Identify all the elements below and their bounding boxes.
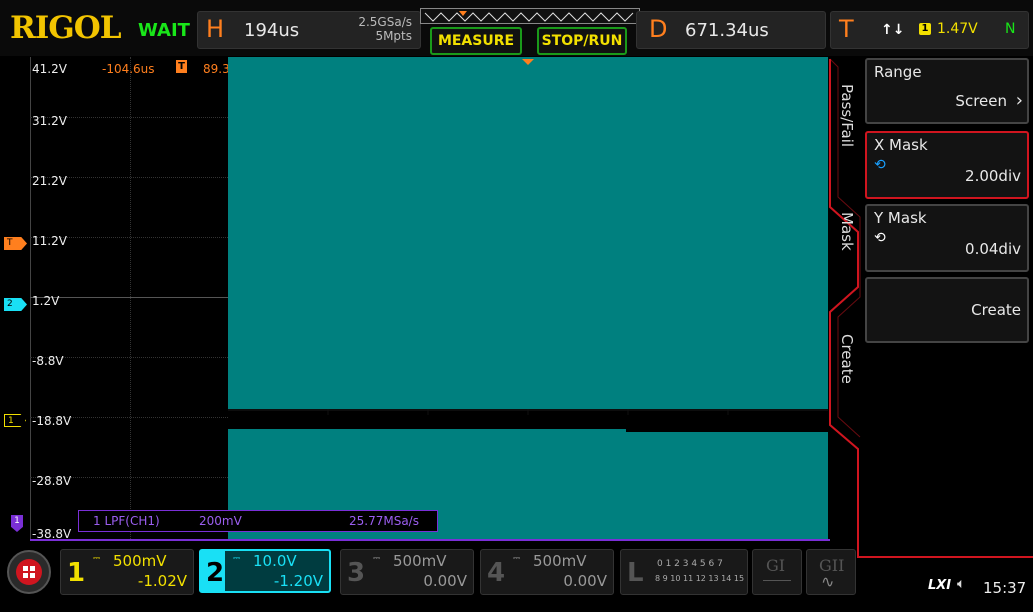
logic-channels-high: 8 9 10 11 12 13 14 15 <box>655 574 745 583</box>
ch2-waveform <box>228 57 828 539</box>
speaker-muted-icon[interactable]: 🔈︎ <box>957 576 965 592</box>
generator-1-button[interactable]: GI <box>752 549 802 595</box>
ch2-scale: 10.0V <box>253 552 297 570</box>
delay-box[interactable]: D 671.34us <box>636 11 826 49</box>
measure-button[interactable]: MEASURE <box>430 27 522 55</box>
logic-channels-low: 0 1 2 3 4 5 6 7 <box>657 559 723 569</box>
create-mask-button[interactable]: Create <box>865 277 1029 343</box>
system-clock: 15:37 <box>983 579 1027 597</box>
range-value: Screen <box>955 92 1007 110</box>
trigger-level: 1.47V <box>937 21 978 37</box>
sample-rate: 2.5GSa/s <box>358 15 412 29</box>
dc-coupling-icon: ⎓ <box>93 554 101 564</box>
trigger-letter: T <box>839 15 854 43</box>
ch2-scale-box[interactable]: 2 ⎓ 10.0V -1.20V <box>199 549 331 593</box>
x-mask-menu-item[interactable]: X Mask ⟲ 2.00div <box>865 131 1029 199</box>
waveform-display[interactable]: 41.2V 31.2V 21.2V 11.2V 1.2V -8.8V -18.8… <box>0 57 830 541</box>
ch3-offset: 0.00V <box>423 572 467 590</box>
memory-position-bar <box>420 8 640 24</box>
ch4-scale-box[interactable]: 4 ⎓ 500mV 0.00V <box>480 549 614 595</box>
ch1-offset: -1.02V <box>137 572 187 590</box>
math-baseline <box>30 539 830 541</box>
horizontal-scale-value: 194us <box>244 20 300 41</box>
filter-info-bar[interactable]: 1 LPF(CH1) 200mV 25.77MSa/s <box>78 510 438 532</box>
x-mask-value: 2.00div <box>965 167 1021 185</box>
y-mask-label: Y Mask <box>874 209 927 227</box>
ch3-scale-box[interactable]: 3 ⎓ 500mV 0.00V <box>340 549 474 595</box>
logic-analyzer-box[interactable]: L 0 1 2 3 4 5 6 7 8 9 10 11 12 13 14 15 <box>620 549 748 595</box>
range-label: Range <box>874 63 922 81</box>
trigger-mode: N <box>1005 21 1016 37</box>
ch1-scale-box[interactable]: 1 ⎓ 500mV -1.02V <box>60 549 194 595</box>
range-menu-item[interactable]: Range Screen › <box>865 58 1029 124</box>
dc-coupling-icon: ⎓ <box>233 554 241 564</box>
tab-mask[interactable]: Mask <box>838 212 856 251</box>
ch3-scale: 500mV <box>393 552 447 570</box>
dc-coupling-icon: ⎓ <box>373 554 381 564</box>
delay-value: 671.34us <box>685 20 769 41</box>
rigol-logo: RIGOL <box>10 10 122 46</box>
y-mask-menu-item[interactable]: Y Mask ⟲ 0.04div <box>865 204 1029 272</box>
x-mask-label: X Mask <box>874 136 928 154</box>
ch4-number: 4 <box>487 558 506 588</box>
ch4-offset: 0.00V <box>563 572 607 590</box>
ch3-number: 3 <box>347 558 366 588</box>
dc-wave-icon <box>763 580 791 581</box>
filter-sample-rate: 25.77MSa/s <box>349 514 419 528</box>
logic-letter: L <box>627 558 644 588</box>
tab-pass-fail[interactable]: Pass/Fail <box>838 84 856 147</box>
memory-waveform-preview <box>424 11 634 22</box>
trigger-source-badge: 1 <box>919 23 931 35</box>
main-menu-button[interactable] <box>7 550 51 594</box>
trigger-box[interactable]: T ↑↓ 1 1.47V N <box>830 11 1029 49</box>
sine-wave-icon: ∿ <box>821 572 835 591</box>
dc-coupling-icon: ⎓ <box>513 554 521 564</box>
lxi-logo: LXI <box>928 578 952 593</box>
y-mask-value: 0.04div <box>965 240 1021 258</box>
horizontal-timebase-box[interactable]: H 194us 2.5GSa/s 5Mpts <box>197 11 421 49</box>
ch2-number: 2 <box>206 558 225 588</box>
create-label: Create <box>971 301 1021 319</box>
horizontal-letter: H <box>206 15 225 43</box>
grid-menu-icon <box>16 559 42 585</box>
ch2-offset: -1.20V <box>273 572 323 590</box>
tab-create[interactable]: Create <box>838 334 856 384</box>
ch4-scale: 500mV <box>533 552 587 570</box>
memory-depth: 5Mpts <box>375 29 412 43</box>
run-status: WAIT <box>138 20 190 41</box>
trigger-slope-icon: ↑↓ <box>881 22 905 38</box>
filter-scale: 200mV <box>199 514 242 528</box>
knob-rotate-icon: ⟲ <box>874 157 886 173</box>
generator-2-button[interactable]: GII ∿ <box>806 549 856 595</box>
knob-rotate-icon: ⟲ <box>874 230 886 246</box>
ch1-scale: 500mV <box>113 552 167 570</box>
chevron-right-icon: › <box>1015 90 1023 111</box>
filter-name: 1 LPF(CH1) <box>93 514 160 528</box>
stop-run-button[interactable]: STOP/RUN <box>537 27 627 55</box>
ch1-number: 1 <box>67 558 86 588</box>
delay-letter: D <box>649 15 668 43</box>
generator-1-label: GI <box>766 556 786 575</box>
